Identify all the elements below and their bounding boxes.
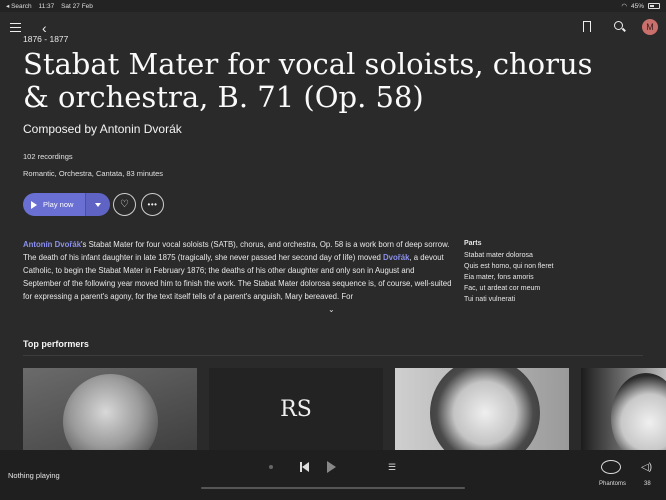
previous-track-icon[interactable] [300,462,310,472]
performer-photo [63,374,158,450]
part-item[interactable]: Quis est homo, qui non fleret [464,261,554,272]
play-icon[interactable] [327,461,336,473]
menu-icon[interactable] [10,23,21,32]
queue-icon[interactable]: ☰ [388,462,396,473]
parts-heading: Parts [464,240,482,247]
output-zone-label: Phantoms [599,481,627,487]
wifi-icon: ◠ [621,3,627,10]
part-item[interactable]: Stabat mater dolorosa [464,250,554,261]
play-options-dropdown[interactable] [85,193,110,216]
section-divider [23,355,643,356]
back-to-search-link[interactable]: ◂ Search [6,3,32,10]
more-options-button[interactable]: ••• [141,193,164,216]
part-item[interactable]: Fac, ut ardeat cor meum [464,283,554,294]
player-bar: Nothing playing ☰ Phantoms ◁) 38 [0,450,666,500]
battery-icon [648,3,660,9]
now-playing-status: Nothing playing [8,471,60,480]
parts-list: Parts Stabat mater dolorosa Quis est hom… [464,238,554,305]
battery-percent: 45% [630,2,644,10]
progress-bar[interactable] [201,487,465,489]
status-bar: ◂ Search 11:37 Sat 27 Feb ◠ 45% [0,0,666,12]
play-now-button[interactable]: Play now [23,193,85,216]
part-item[interactable]: Tui nati vulnerati [464,294,554,305]
shuffle-indicator[interactable] [269,465,273,469]
genre-tags: Romantic, Orchestra, Cantata, 83 minutes [23,169,164,178]
top-performers-heading: Top performers [23,339,89,349]
composer-link[interactable]: Antonín Dvořák [23,240,81,249]
top-bar: ‹ M [0,14,666,40]
volume-level: 38 [644,481,651,487]
volume-icon[interactable]: ◁) [641,462,652,473]
performer-photo [611,373,666,450]
composer-link-2[interactable]: Dvořák [383,253,409,262]
avatar[interactable]: M [642,19,658,35]
chevron-down-icon [95,202,101,207]
search-icon[interactable] [614,21,623,30]
favorite-button[interactable]: ♡ [113,193,136,216]
speaker-zone-icon[interactable] [601,460,621,474]
performer-initials: RS [280,396,312,422]
page-title: Stabat Mater for vocal soloists, chorus … [23,47,593,114]
play-icon [31,200,37,209]
recordings-count[interactable]: 102 recordings [23,152,73,161]
performer-photo [430,368,540,450]
bookmark-icon[interactable] [583,21,591,32]
composer-line: Composed by Antonin Dvorák [23,122,182,136]
expand-description-icon[interactable]: ⌄ [328,305,335,314]
performer-card[interactable] [581,368,666,450]
status-date: Sat 27 Feb [61,3,93,10]
work-years: 1876 - 1877 [23,34,69,44]
heart-icon: ♡ [120,199,129,210]
work-description: Antonín Dvořák's Stabat Mater for four v… [23,238,453,304]
performer-card[interactable] [395,368,569,450]
status-time: 11:37 [38,3,55,10]
part-item[interactable]: Eia mater, fons amoris [464,272,554,283]
play-button-group: Play now [23,193,110,216]
performer-card[interactable]: RS [209,368,383,450]
performer-card[interactable] [23,368,197,450]
more-icon: ••• [147,200,158,209]
play-now-label: Play now [43,200,74,209]
